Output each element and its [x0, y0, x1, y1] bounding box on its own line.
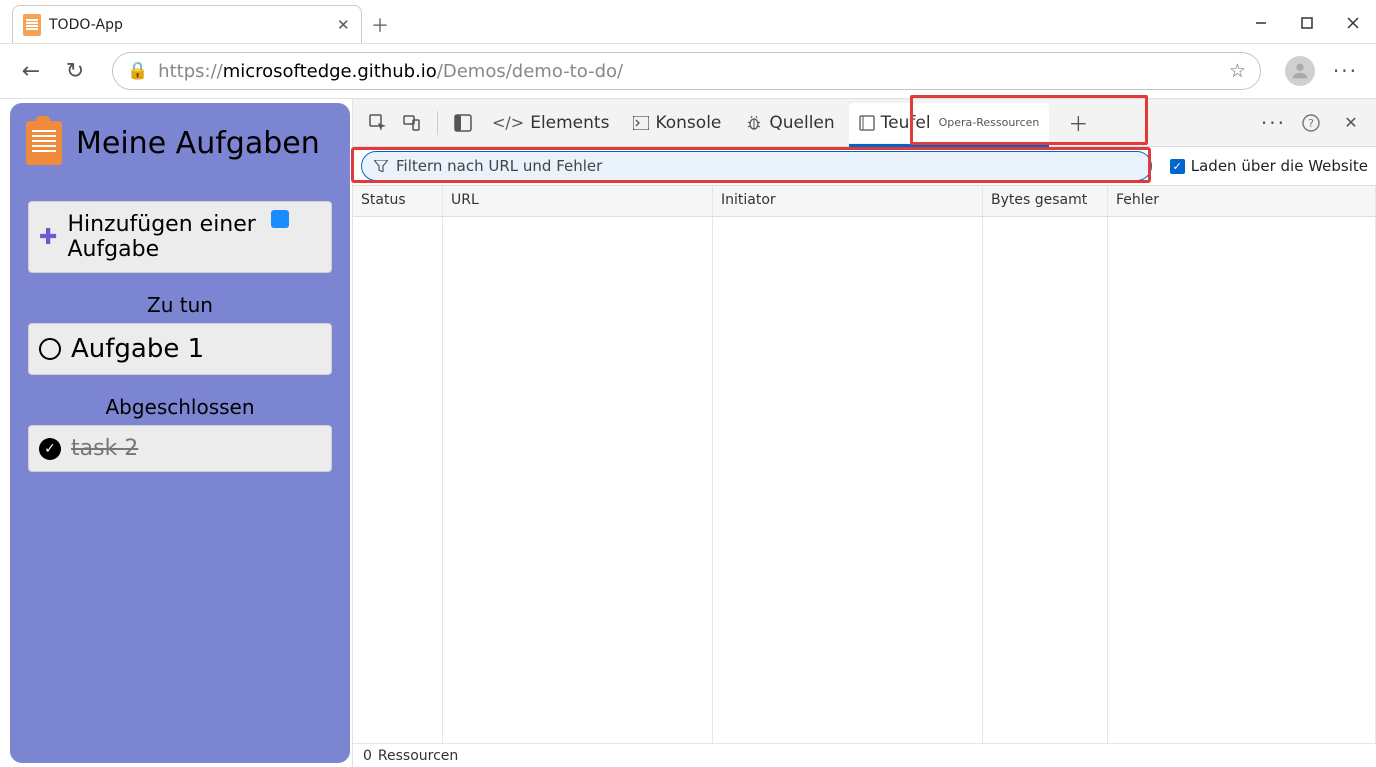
task-row[interactable]: Aufgabe 1 [28, 323, 332, 375]
window-controls [1238, 3, 1376, 43]
col-error[interactable]: Fehler [1108, 186, 1376, 216]
devtools-more-icon[interactable]: ··· [1261, 111, 1286, 135]
filter-placeholder: Filtern nach URL und Fehler [396, 157, 602, 175]
bug-icon [745, 114, 763, 132]
done-section-label: Abgeschlossen [20, 395, 340, 419]
app-title: Meine Aufgaben [76, 126, 320, 161]
col-initiator[interactable]: Initiator [713, 186, 983, 216]
inspect-icon[interactable] [365, 110, 391, 136]
device-icon[interactable] [399, 110, 425, 136]
task-label: Aufgabe 1 [71, 334, 204, 364]
clipboard-icon [26, 121, 62, 165]
lock-icon: 🔒 [127, 61, 148, 81]
filter-icon [374, 160, 388, 172]
svg-text:?: ? [1308, 117, 1314, 130]
devtools-toolbar: </> Elements Konsole Quellen Teufel Oper… [353, 99, 1376, 147]
filter-input[interactable]: Filtern nach URL und Fehler [361, 151, 1152, 181]
browser-tab[interactable]: TODO-App ✕ [12, 5, 362, 43]
book-icon [859, 115, 875, 131]
profile-avatar[interactable] [1285, 56, 1315, 86]
col-status[interactable]: Status [353, 186, 443, 216]
close-tab-icon[interactable]: ✕ [337, 16, 351, 34]
devtools-statusbar: 0 Ressourcen [353, 743, 1376, 767]
checked-circle-icon[interactable]: ✓ [39, 438, 61, 460]
devtools-filter-row: Filtern nach URL und Fehler ✓ Laden über… [353, 147, 1376, 185]
devtools-panel: </> Elements Konsole Quellen Teufel Oper… [352, 99, 1376, 767]
col-url[interactable]: URL [443, 186, 713, 216]
address-bar: ← ↻ 🔒 https://microsoftedge.github.io/De… [0, 44, 1376, 99]
status-count: 0 [363, 748, 372, 764]
back-button[interactable]: ← [18, 59, 44, 84]
code-icon: </> [492, 113, 524, 132]
todo-section-label: Zu tun [20, 293, 340, 317]
tab-konsole[interactable]: Konsole [623, 103, 731, 143]
favorite-icon[interactable]: ☆ [1229, 60, 1246, 82]
close-window-button[interactable] [1330, 3, 1376, 43]
more-menu-icon[interactable]: ··· [1333, 59, 1358, 83]
panel-icon[interactable] [450, 110, 476, 136]
unchecked-circle-icon[interactable] [39, 338, 61, 360]
add-task-button[interactable]: ✚ Hinzufügen einer Aufgabe [28, 201, 332, 273]
col-bytes[interactable]: Bytes gesamt [983, 186, 1108, 216]
close-devtools-icon[interactable]: ✕ [1338, 110, 1364, 136]
plus-icon: ✚ [39, 225, 57, 250]
task-label-done: task 2 [71, 436, 138, 461]
titlebar: TODO-App ✕ ＋ [0, 0, 1376, 44]
tab-favicon [23, 14, 41, 36]
tab-elements[interactable]: </> Elements [482, 103, 619, 143]
url-box[interactable]: 🔒 https://microsoftedge.github.io/Demos/… [112, 52, 1261, 90]
status-label: Ressourcen [378, 748, 458, 764]
help-icon[interactable]: ? [1298, 110, 1324, 136]
maximize-button[interactable] [1284, 3, 1330, 43]
table-body [353, 217, 1376, 743]
url-text: https://microsoftedge.github.io/Demos/de… [158, 61, 1219, 82]
minimize-button[interactable] [1238, 3, 1284, 43]
todo-app-panel: Meine Aufgaben ✚ Hinzufügen einer Aufgab… [10, 103, 350, 763]
refresh-button[interactable]: ↻ [62, 59, 88, 84]
tab-quellen[interactable]: Quellen [735, 103, 844, 143]
add-badge-icon [271, 210, 289, 228]
resource-table: Status URL Initiator Bytes gesamt Fehler [353, 185, 1376, 743]
checkbox-checked-icon: ✓ [1170, 159, 1185, 174]
new-tab-button[interactable]: ＋ [362, 7, 398, 43]
console-icon [633, 116, 649, 130]
tab-title: TODO-App [49, 17, 329, 33]
load-checkbox[interactable]: ✓ Laden über die Website [1170, 157, 1368, 175]
task-row[interactable]: ✓ task 2 [28, 425, 332, 472]
